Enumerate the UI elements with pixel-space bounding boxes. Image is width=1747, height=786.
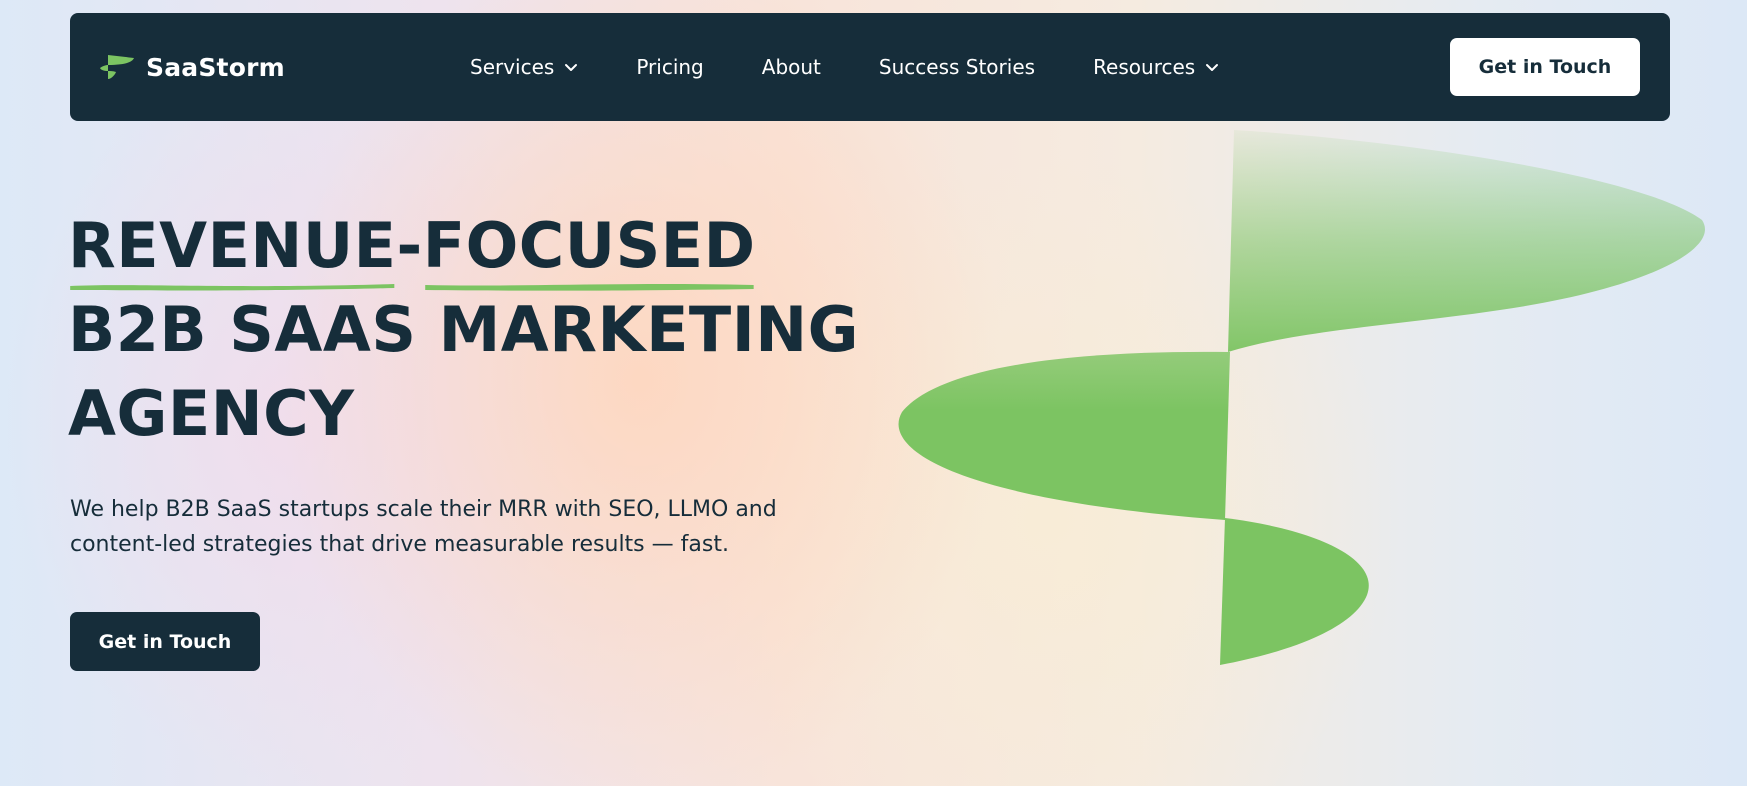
main-nav: Services Pricing About Success Stories R… xyxy=(470,13,1219,121)
nav-item-label: Resources xyxy=(1093,55,1196,79)
nav-item-label: Services xyxy=(470,55,555,79)
nav-item-label: Pricing xyxy=(636,55,704,79)
hero-title-dash: - xyxy=(396,209,423,282)
storm-logo-illustration xyxy=(898,130,1705,665)
hero-title: REVENUE -FOCUSED B2B SAAS MARKETING AGENC… xyxy=(68,204,859,456)
brush-underline-icon xyxy=(424,284,754,291)
nav-item-success-stories[interactable]: Success Stories xyxy=(879,55,1035,79)
brand-name: SaaStorm xyxy=(146,52,285,82)
hero-title-word-1: REVENUE xyxy=(68,209,397,282)
hero-title-word-revenue: REVENUE xyxy=(68,204,397,291)
hero-title-word-2: FOCUSED xyxy=(422,209,756,282)
hero-title-line-2: B2B SAAS MARKETING xyxy=(68,293,860,366)
nav-item-about[interactable]: About xyxy=(762,55,821,79)
graphic-bottom-shape xyxy=(1220,518,1369,665)
hero-title-word-focused: FOCUSED xyxy=(422,204,756,291)
hero-title-line-1: REVENUE -FOCUSED xyxy=(68,204,859,291)
hero-get-in-touch-button[interactable]: Get in Touch xyxy=(70,612,260,671)
nav-item-label: Success Stories xyxy=(878,55,1036,79)
brush-underline-icon xyxy=(70,284,395,291)
brand-link[interactable]: SaaStorm xyxy=(98,13,285,121)
chevron-down-icon xyxy=(1206,64,1219,71)
nav-item-resources[interactable]: Resources xyxy=(1093,55,1219,79)
top-navbar: SaaStorm Services Pricing About Success … xyxy=(70,13,1670,121)
chevron-down-icon xyxy=(565,64,578,71)
nav-item-label: About xyxy=(761,55,821,79)
graphic-top-shape xyxy=(1228,130,1705,352)
nav-item-pricing[interactable]: Pricing xyxy=(636,55,703,79)
saastorm-logo-icon xyxy=(100,55,134,79)
graphic-middle-shape xyxy=(898,351,1230,520)
nav-item-services[interactable]: Services xyxy=(470,55,578,79)
nav-get-in-touch-button[interactable]: Get in Touch xyxy=(1450,38,1640,96)
hero-subtitle: We help B2B SaaS startups scale their MR… xyxy=(70,497,777,557)
hero-title-line-3: AGENCY xyxy=(68,377,355,450)
